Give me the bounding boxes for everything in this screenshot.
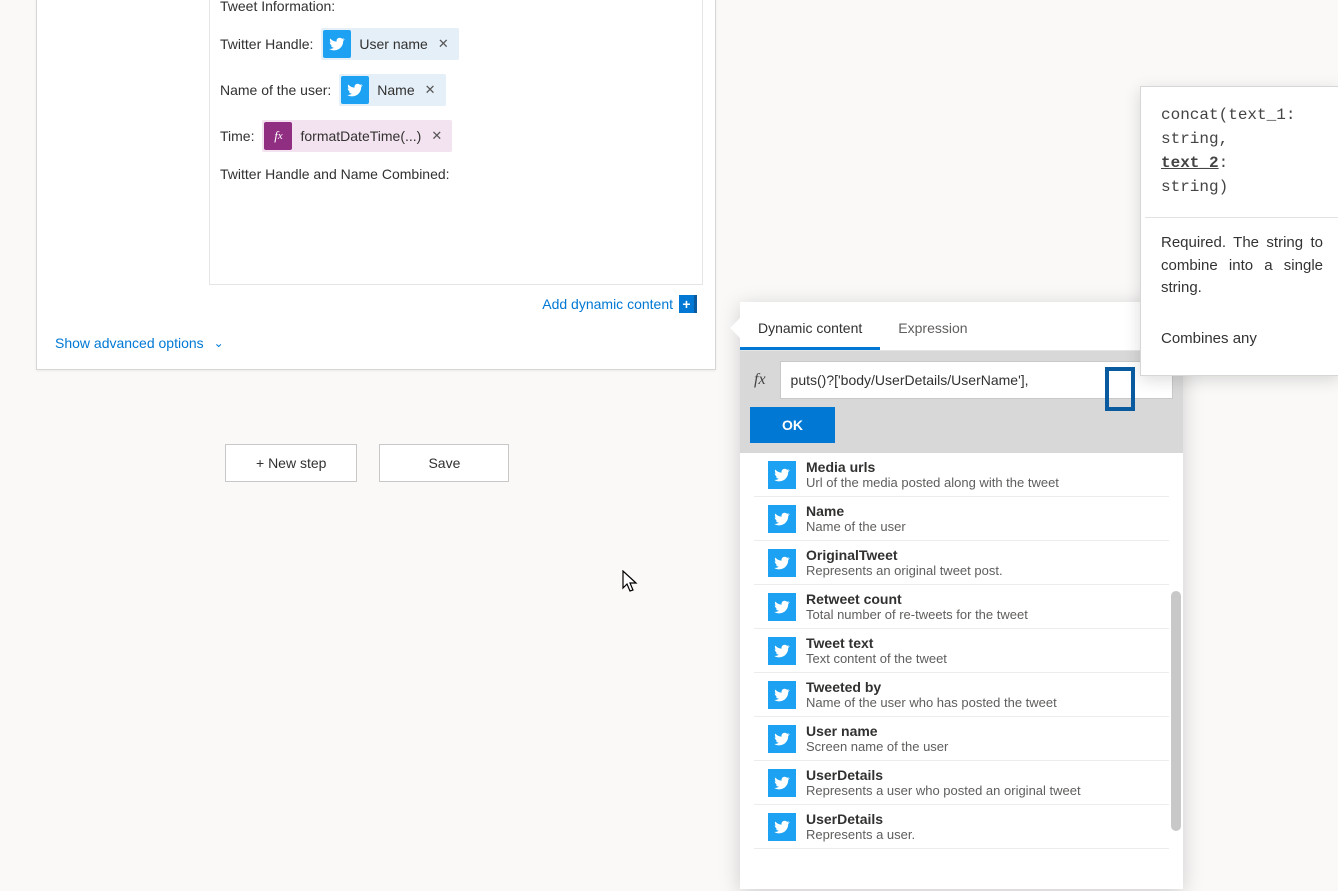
- item-desc: Name of the user: [806, 519, 1155, 534]
- dc-tabs: Dynamic content Expression ˄ 2/2 ˅: [740, 302, 1183, 351]
- list-item[interactable]: UserDetailsRepresents a user.: [754, 805, 1169, 849]
- field-label: Twitter Handle:: [220, 36, 313, 52]
- list-item[interactable]: User nameScreen name of the user: [754, 717, 1169, 761]
- field-time: Time: fx formatDateTime(...) ✕: [220, 120, 692, 152]
- close-icon[interactable]: ✕: [434, 36, 453, 52]
- expression-row: fx: [740, 351, 1183, 407]
- twitter-icon: [341, 76, 369, 104]
- panel-pointer: [730, 318, 740, 338]
- sig-line: :: [1219, 154, 1229, 172]
- item-name: User name: [806, 723, 1155, 739]
- item-desc: Url of the media posted along with the t…: [806, 475, 1155, 490]
- item-name: Media urls: [806, 459, 1155, 475]
- item-name: UserDetails: [806, 811, 1155, 827]
- dynamic-content-panel: Dynamic content Expression ˄ 2/2 ˅ fx OK…: [740, 302, 1183, 889]
- token-user-name[interactable]: User name ✕: [321, 28, 458, 60]
- sig-line: string,: [1161, 130, 1228, 148]
- function-description: Combines any: [1161, 328, 1323, 351]
- function-signature: concat(text_1: string, text_2: string): [1161, 103, 1323, 199]
- sig-line: string): [1161, 178, 1228, 196]
- token-format-date-time[interactable]: fx formatDateTime(...) ✕: [262, 120, 452, 152]
- fx-icon: fx: [264, 122, 292, 150]
- new-step-button[interactable]: + New step: [225, 444, 357, 482]
- twitter-icon: [768, 549, 796, 577]
- twitter-icon: [768, 593, 796, 621]
- close-icon[interactable]: ✕: [421, 82, 440, 98]
- action-card: Tweet Information: Twitter Handle: User …: [36, 0, 716, 370]
- item-desc: Text content of the tweet: [806, 651, 1155, 666]
- item-name: Tweet text: [806, 635, 1155, 651]
- field-twitter-handle: Twitter Handle: User name ✕: [220, 28, 692, 60]
- field-label: Twitter Handle and Name Combined:: [220, 166, 450, 182]
- sig-line: concat(text_1:: [1161, 106, 1295, 124]
- field-label: Time:: [220, 128, 254, 144]
- list-item[interactable]: NameName of the user: [754, 497, 1169, 541]
- ok-button[interactable]: OK: [750, 407, 835, 443]
- twitter-icon: [768, 813, 796, 841]
- item-name: OriginalTweet: [806, 547, 1155, 563]
- item-name: Retweet count: [806, 591, 1155, 607]
- token-label: formatDateTime(...): [300, 128, 427, 144]
- ok-row: OK: [740, 407, 1183, 453]
- twitter-icon: [768, 769, 796, 797]
- tab-dynamic-content[interactable]: Dynamic content: [740, 308, 880, 350]
- action-buttons: + New step Save: [225, 444, 509, 482]
- list-item[interactable]: Tweet textText content of the tweet: [754, 629, 1169, 673]
- item-desc: Total number of re-tweets for the tweet: [806, 607, 1155, 622]
- tab-expression[interactable]: Expression: [880, 308, 985, 350]
- twitter-icon: [323, 30, 351, 58]
- twitter-icon: [768, 725, 796, 753]
- field-combined: Twitter Handle and Name Combined:: [220, 166, 692, 182]
- twitter-icon: [768, 461, 796, 489]
- field-label: Name of the user:: [220, 82, 331, 98]
- advanced-label: Show advanced options: [55, 335, 204, 351]
- show-advanced-options[interactable]: Show advanced options ⌄: [37, 321, 715, 369]
- scrollbar[interactable]: [1171, 591, 1181, 831]
- token-label: Name: [377, 82, 420, 98]
- item-desc: Screen name of the user: [806, 739, 1155, 754]
- message-editor[interactable]: Tweet Information: Twitter Handle: User …: [209, 0, 703, 285]
- item-name: Name: [806, 503, 1155, 519]
- add-dynamic-row: Add dynamic content +: [37, 287, 699, 321]
- item-desc: Represents a user.: [806, 827, 1155, 842]
- list-item[interactable]: Tweeted byName of the user who has poste…: [754, 673, 1169, 717]
- function-help-tooltip: concat(text_1: string, text_2: string) R…: [1140, 86, 1338, 376]
- list-item[interactable]: UserDetailsRepresents a user who posted …: [754, 761, 1169, 805]
- field-name-of-user: Name of the user: Name ✕: [220, 74, 692, 106]
- card-body: Tweet Information: Twitter Handle: User …: [37, 0, 715, 287]
- twitter-icon: [768, 505, 796, 533]
- expression-input[interactable]: [780, 361, 1173, 399]
- item-desc: Represents a user who posted an original…: [806, 783, 1155, 798]
- add-dynamic-content-link[interactable]: Add dynamic content: [542, 296, 673, 312]
- twitter-icon: [768, 637, 796, 665]
- section-title: Tweet Information:: [220, 0, 692, 14]
- list-item[interactable]: Media urlsUrl of the media posted along …: [754, 453, 1169, 497]
- sig-current-param: text_2: [1161, 154, 1219, 172]
- dynamic-content-list: Media urlsUrl of the media posted along …: [740, 453, 1183, 889]
- cursor-icon: [622, 570, 640, 600]
- plus-icon[interactable]: +: [679, 295, 697, 313]
- save-button[interactable]: Save: [379, 444, 509, 482]
- list-item[interactable]: Retweet countTotal number of re-tweets f…: [754, 585, 1169, 629]
- token-label: User name: [359, 36, 433, 52]
- fx-icon: fx: [750, 371, 770, 389]
- close-icon[interactable]: ✕: [427, 128, 446, 144]
- param-description: Required. The string to combine into a s…: [1161, 232, 1323, 300]
- chevron-down-icon: ⌄: [214, 336, 224, 350]
- twitter-icon: [768, 681, 796, 709]
- token-name[interactable]: Name ✕: [339, 74, 445, 106]
- list-item[interactable]: OriginalTweetRepresents an original twee…: [754, 541, 1169, 585]
- item-desc: Represents an original tweet post.: [806, 563, 1155, 578]
- divider: [1145, 217, 1338, 218]
- item-name: Tweeted by: [806, 679, 1155, 695]
- item-desc: Name of the user who has posted the twee…: [806, 695, 1155, 710]
- item-name: UserDetails: [806, 767, 1155, 783]
